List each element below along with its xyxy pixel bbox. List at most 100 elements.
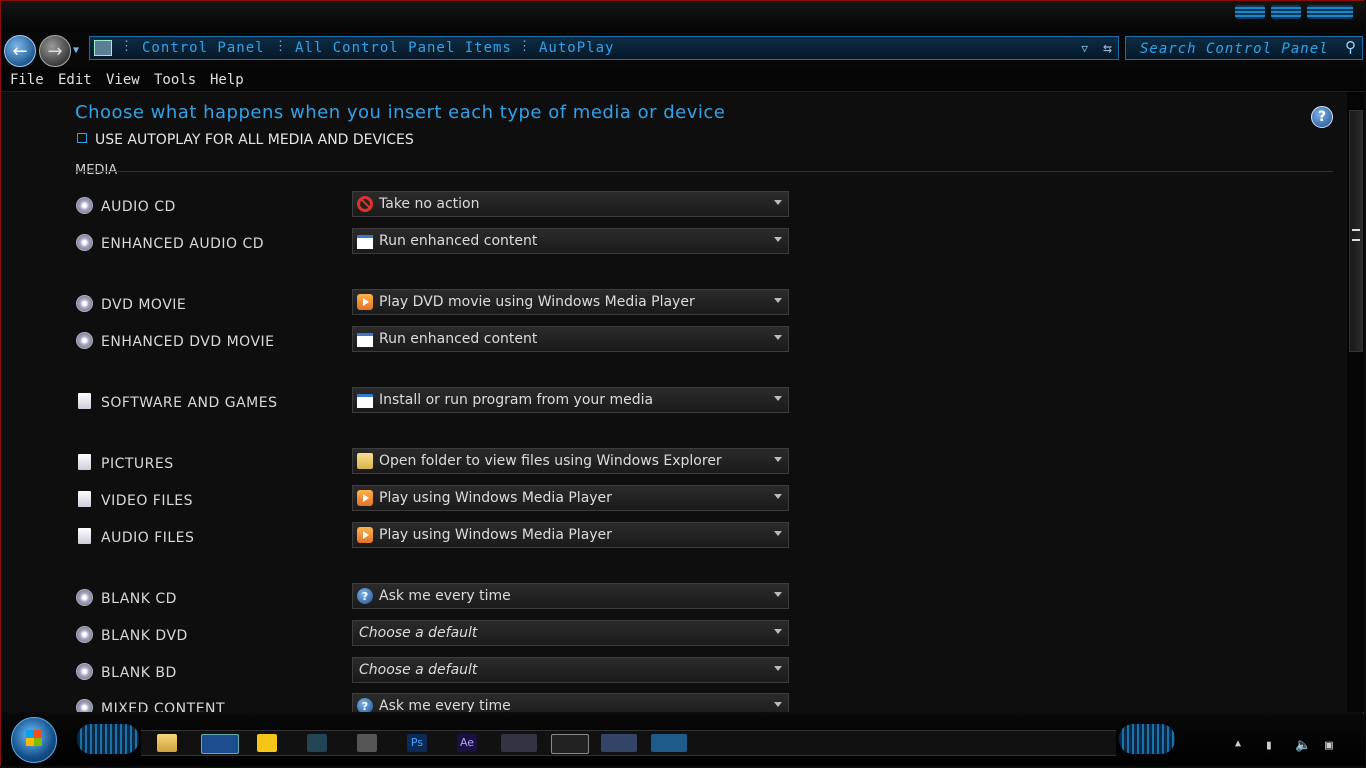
media-type-label: MIXED CONTENT: [101, 701, 226, 712]
media-type-label: BLANK CD: [101, 591, 177, 607]
search-icon[interactable]: ⚲: [1345, 38, 1356, 56]
scrollbar-thumb[interactable]: [1349, 110, 1363, 352]
ask-icon: ?: [357, 698, 373, 712]
forward-button[interactable]: →: [39, 35, 71, 67]
folder-icon: [357, 453, 373, 469]
address-bar[interactable]: ⋮ Control Panel ⋮ All Control Panel Item…: [89, 36, 1119, 60]
chevron-down-icon[interactable]: [774, 335, 782, 340]
windows-logo-icon: [26, 730, 42, 746]
checkbox-icon[interactable]: [77, 133, 87, 143]
scroll-grip-icon: [1352, 229, 1360, 241]
chevron-down-icon[interactable]: [774, 200, 782, 205]
explorer-icon[interactable]: [157, 734, 177, 752]
app-icon[interactable]: [501, 734, 537, 752]
autoplay-action-dropdown[interactable]: ? Ask me every time: [352, 583, 789, 609]
autoplay-action-dropdown[interactable]: Run enhanced content: [352, 326, 789, 352]
use-autoplay-checkbox[interactable]: USE AUTOPLAY FOR ALL MEDIA AND DEVICES: [77, 132, 414, 148]
breadcrumb-control-panel[interactable]: Control Panel: [142, 40, 265, 56]
autoplay-action-dropdown[interactable]: Take no action: [352, 191, 789, 217]
control-panel-task-icon[interactable]: [201, 734, 239, 754]
dropdown-selected-value: Play using Windows Media Player: [379, 490, 612, 506]
vertical-scrollbar[interactable]: [1347, 92, 1364, 712]
chevron-down-icon[interactable]: [774, 457, 782, 462]
network-icon[interactable]: ▮: [1265, 738, 1273, 753]
taskbar: Ps Ae ▲ ▮ 🔈 ▣: [1, 714, 1365, 766]
app-icon[interactable]: [651, 734, 687, 752]
search-input[interactable]: Search Control Panel: [1140, 41, 1329, 57]
action-center-icon[interactable]: ▣: [1325, 738, 1333, 753]
volume-icon[interactable]: 🔈: [1295, 738, 1311, 753]
media-type-label: PICTURES: [101, 456, 174, 472]
autoplay-action-dropdown[interactable]: Install or run program from your media: [352, 387, 789, 413]
autoplay-action-dropdown[interactable]: Play using Windows Media Player: [352, 485, 789, 511]
dropdown-selected-value: Open folder to view files using Windows …: [379, 453, 722, 469]
breadcrumb-all-items[interactable]: All Control Panel Items: [295, 40, 512, 56]
search-box[interactable]: Search Control Panel ⚲: [1125, 36, 1363, 60]
wmp-icon: [357, 490, 373, 506]
autoplay-action-dropdown[interactable]: Play using Windows Media Player: [352, 522, 789, 548]
chevron-down-icon[interactable]: [774, 494, 782, 499]
dropdown-selected-value: Play using Windows Media Player: [379, 527, 612, 543]
autoplay-action-dropdown[interactable]: Run enhanced content: [352, 228, 789, 254]
app-icon[interactable]: [357, 734, 377, 752]
refresh-icon[interactable]: ⇆: [1103, 39, 1112, 57]
autoplay-action-dropdown[interactable]: Play DVD movie using Windows Media Playe…: [352, 289, 789, 315]
app-icon[interactable]: [307, 734, 327, 752]
autoplay-action-dropdown[interactable]: ? Ask me every time: [352, 693, 789, 712]
chevron-down-icon[interactable]: [774, 629, 782, 634]
photoshop-icon[interactable]: Ps: [407, 734, 427, 752]
chevron-down-icon[interactable]: [774, 666, 782, 671]
maximize-button[interactable]: [1271, 5, 1301, 19]
taskbar-decoration-left: [77, 724, 139, 754]
media-player-icon[interactable]: [257, 734, 277, 752]
app-icon[interactable]: [601, 734, 637, 752]
chevron-down-icon[interactable]: [774, 531, 782, 536]
media-type-label: BLANK BD: [101, 665, 177, 681]
media-type-label: AUDIO CD: [101, 199, 176, 215]
chevron-right-icon[interactable]: ⋮: [274, 39, 287, 54]
chevron-right-icon[interactable]: ⋮: [518, 39, 531, 54]
breadcrumb-autoplay[interactable]: AutoPlay: [539, 40, 614, 56]
minimize-button[interactable]: [1235, 5, 1265, 19]
media-type-icon: [78, 393, 91, 409]
menu-help[interactable]: Help: [210, 72, 244, 88]
dropdown-selected-value: Run enhanced content: [379, 233, 538, 249]
after-effects-icon[interactable]: Ae: [457, 734, 477, 752]
start-button[interactable]: [11, 717, 57, 763]
media-type-label: AUDIO FILES: [101, 530, 195, 546]
recent-pages-dropdown[interactable]: ▼: [73, 45, 79, 56]
menu-view[interactable]: View: [106, 72, 140, 88]
chevron-down-icon[interactable]: [774, 592, 782, 597]
autoplay-action-dropdown[interactable]: Open folder to view files using Windows …: [352, 448, 789, 474]
back-button[interactable]: ←: [4, 35, 36, 67]
autoplay-action-dropdown[interactable]: Choose a default: [352, 657, 789, 683]
app-icon[interactable]: [551, 734, 589, 754]
menu-tools[interactable]: Tools: [154, 72, 196, 88]
show-hidden-icons[interactable]: ▲: [1235, 738, 1241, 749]
dropdown-selected-value: Take no action: [379, 196, 480, 212]
chevron-right-icon[interactable]: ⋮: [120, 39, 133, 54]
chevron-down-icon[interactable]: [774, 396, 782, 401]
media-type-icon: [76, 295, 93, 312]
autoplay-action-dropdown[interactable]: Choose a default: [352, 620, 789, 646]
dropdown-selected-value: Choose a default: [359, 662, 478, 678]
menu-edit[interactable]: Edit: [58, 72, 92, 88]
chevron-down-icon[interactable]: [774, 702, 782, 707]
wmp-icon: [357, 294, 373, 310]
chevron-down-icon[interactable]: [774, 298, 782, 303]
window-icon: [357, 394, 373, 408]
media-type-label: VIDEO FILES: [101, 493, 194, 509]
media-type-icon: [78, 491, 91, 507]
media-type-icon: [76, 626, 93, 643]
menu-bar: File Edit View Tools Help: [1, 67, 1365, 92]
help-icon[interactable]: ?: [1311, 106, 1333, 128]
close-button[interactable]: [1307, 5, 1353, 19]
media-type-icon: [76, 663, 93, 680]
use-autoplay-label: USE AUTOPLAY FOR ALL MEDIA AND DEVICES: [95, 132, 414, 148]
chevron-down-icon[interactable]: [774, 237, 782, 242]
media-type-label: SOFTWARE AND GAMES: [101, 395, 278, 411]
section-divider: [75, 171, 1333, 172]
address-dropdown-icon[interactable]: ▽: [1081, 42, 1088, 55]
menu-file[interactable]: File: [10, 72, 44, 88]
window-icon: [357, 235, 373, 249]
